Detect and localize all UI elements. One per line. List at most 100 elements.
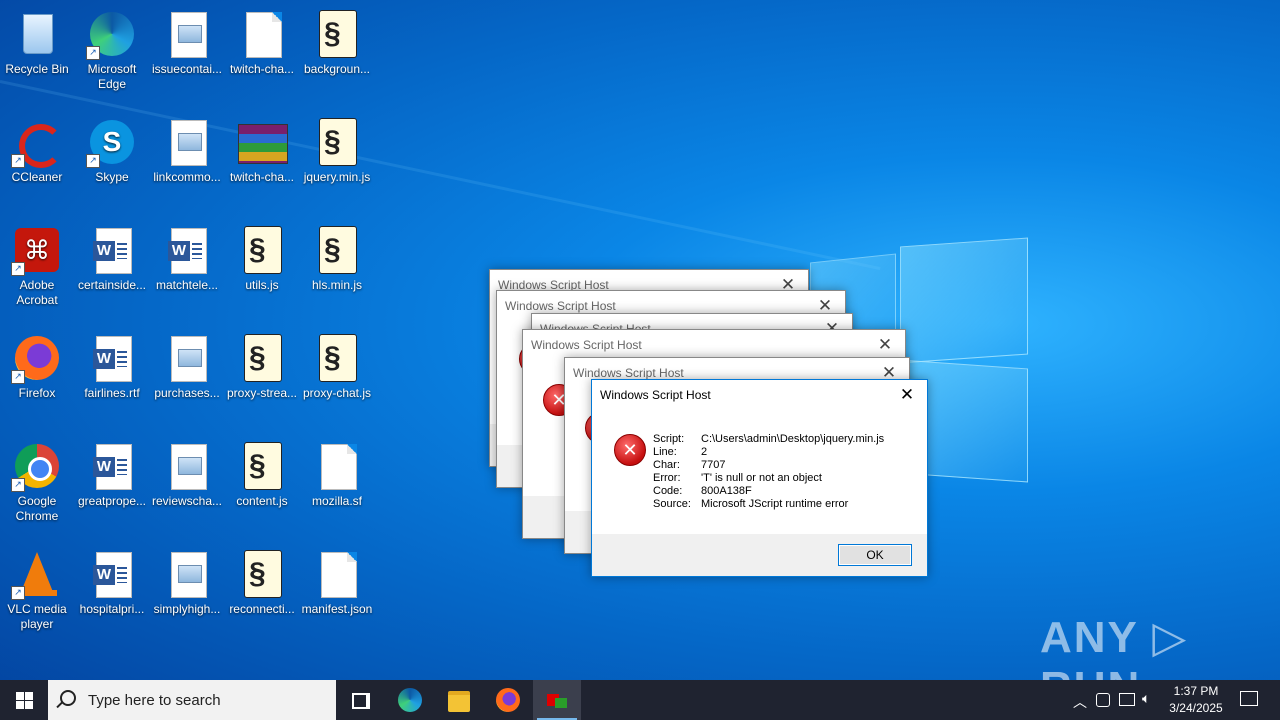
task-view-icon-bar (367, 693, 370, 709)
desktop-icon-manifest-json[interactable]: manifest.json (300, 544, 374, 648)
desktop-icon-backgroun[interactable]: § backgroun... (300, 4, 374, 108)
desktop-icon-label: proxy-strea... (226, 386, 298, 400)
desktop-icon-ccleaner[interactable]: ↗ CCleaner (0, 112, 74, 216)
script-file-icon: § (313, 226, 361, 274)
desktop-icon-label: hls.min.js (311, 278, 362, 292)
desktop-icon-mozilla-sf[interactable]: mozilla.sf (300, 436, 374, 540)
notification-icon (1240, 691, 1258, 706)
chrome-icon: ↗ (11, 442, 61, 492)
desktop-icon-fairlines-rtf[interactable]: Wfairlines.rtf (75, 328, 149, 432)
desktop-icon-label: hospitalpri... (79, 602, 145, 616)
desktop-icon-proxy-strea[interactable]: § proxy-strea... (225, 328, 299, 432)
detail-value-char: 7707 (701, 459, 726, 471)
system-tray: ︿ 🔈︎ (1066, 680, 1156, 720)
detail-key: Error: (653, 472, 681, 484)
desktop-icon-label: fairlines.rtf (84, 386, 140, 400)
desktop-icon-label: proxy-chat.js (302, 386, 372, 400)
shortcut-arrow-icon: ↗ (86, 154, 100, 168)
desktop-icon-label: mozilla.sf (311, 494, 362, 508)
detail-row-error: Error: 'T' is null or not an object (653, 472, 884, 485)
dialog-footer: OK (592, 534, 927, 576)
desktop-icon-hls-min-js[interactable]: § hls.min.js (300, 220, 374, 324)
detail-key: Script: (653, 433, 685, 445)
desktop-icon-label: twitch-cha... (229, 170, 295, 184)
desktop-icon-firefox[interactable]: ↗ Firefox (0, 328, 74, 432)
image-file-icon (163, 334, 211, 382)
search-placeholder: Type here to search (88, 692, 221, 709)
desktop-icon-content-js[interactable]: § content.js (225, 436, 299, 540)
desktop-icon-skype[interactable]: S ↗ Skype (75, 112, 149, 216)
script-file-icon: § (238, 550, 286, 598)
desktop-icon-proxy-chat-js[interactable]: § proxy-chat.js (300, 328, 374, 432)
start-button[interactable] (0, 680, 48, 720)
shortcut-arrow-icon: ↗ (11, 262, 25, 276)
script-file-icon: § (238, 226, 286, 274)
shortcut-arrow-icon: ↗ (86, 46, 100, 60)
search-icon (60, 690, 76, 706)
close-icon[interactable]: ✕ (875, 335, 895, 355)
desktop-icon-twitch-cha-2[interactable]: twitch-cha... (225, 112, 299, 216)
word-document-icon: W (88, 550, 136, 598)
desktop-icon-adobe-acrobat[interactable]: ⌘ ↗ Adobe Acrobat (0, 220, 74, 324)
desktop-icon-utils-js[interactable]: § utils.js (225, 220, 299, 324)
desktop-icon-label: certainside... (77, 278, 147, 292)
task-view-icon (352, 693, 368, 709)
network-icon[interactable] (1119, 693, 1135, 706)
desktop-icon-label: issuecontai... (151, 62, 223, 76)
desktop-icon-google-chrome[interactable]: ↗ Google Chrome (0, 436, 74, 540)
desktop-icon-microsoft-edge[interactable]: ↗ Microsoft Edge (75, 4, 149, 108)
taskbar-search-box[interactable]: Type here to search (48, 680, 336, 720)
detail-row-script: Script: C:\Users\admin\Desktop\jquery.min… (653, 433, 884, 446)
shortcut-arrow-icon: ↗ (11, 154, 25, 168)
desktop-icon-label: jquery.min.js (303, 170, 371, 184)
desktop-icon-label: manifest.json (301, 602, 373, 616)
desktop-icon-simplyhigh[interactable]: simplyhigh... (150, 544, 224, 648)
volume-icon[interactable]: 🔈︎ (1142, 690, 1150, 707)
firefox-icon (496, 688, 520, 712)
desktop-icon-vlc-media-player[interactable]: ↗ VLC media player (0, 544, 74, 648)
desktop-icon-recycle-bin[interactable]: Recycle Bin (0, 4, 74, 108)
taskbar-firefox[interactable] (484, 680, 532, 720)
dialog-title: Windows Script Host (505, 299, 616, 313)
desktop-icon-linkcommo[interactable]: linkcommo... (150, 112, 224, 216)
detail-key: Source: (653, 498, 691, 510)
ok-button[interactable]: OK (838, 544, 912, 566)
desktop-icon-label: Google Chrome (15, 494, 59, 523)
desktop-icon-label: twitch-cha... (229, 62, 295, 76)
desktop-icon-purchases[interactable]: purchases... (150, 328, 224, 432)
close-icon[interactable]: ✕ (897, 385, 917, 405)
desktop-icon-certainside[interactable]: Wcertainside... (75, 220, 149, 324)
desktop-icon-reconnecti[interactable]: § reconnecti... (225, 544, 299, 648)
detail-key: Char: (653, 459, 680, 471)
word-document-icon: W (163, 226, 211, 274)
desktop-icon-hospitalpri[interactable]: Whospitalpri... (75, 544, 149, 648)
taskbar-edge[interactable] (386, 680, 434, 720)
image-file-icon (163, 550, 211, 598)
dialog-titlebar[interactable]: Windows Script Host ✕ (523, 330, 905, 360)
desktop-icon-jquery-min-js[interactable]: § jquery.min.js (300, 112, 374, 216)
detail-row-source: Source: Microsoft JScript runtime error (653, 498, 884, 511)
action-center-button[interactable] (1228, 680, 1268, 720)
taskbar-file-explorer[interactable] (435, 680, 483, 720)
script-file-icon: § (238, 442, 286, 490)
desktop-icon-reviewscha[interactable]: reviewscha... (150, 436, 224, 540)
acrobat-icon: ⌘ ↗ (11, 226, 61, 276)
desktop-icon-label: reviewscha... (151, 494, 223, 508)
desktop-icon-matchtele[interactable]: Wmatchtele... (150, 220, 224, 324)
chevron-up-icon[interactable]: ︿ (1073, 692, 1087, 712)
image-file-icon (163, 10, 211, 58)
dialog-titlebar[interactable]: Windows Script Host ✕ (592, 380, 927, 410)
desktop-icon-label: matchtele... (155, 278, 219, 292)
taskbar: Type here to search ︿ 🔈︎ 1:37 PM 3/24/20… (0, 680, 1280, 720)
desktop-icon-twitch-cha-1[interactable]: twitch-cha... (225, 4, 299, 108)
meet-now-icon[interactable] (1096, 693, 1110, 707)
word-document-icon: W (88, 334, 136, 382)
task-view-button[interactable] (336, 680, 384, 720)
desktop-icon-greatprope[interactable]: Wgreatprope... (75, 436, 149, 540)
script-host-dialog-active[interactable]: Windows Script Host ✕ ✕ Script: C:\Users\… (591, 379, 928, 577)
desktop-icon-issuecontai[interactable]: issuecontai... (150, 4, 224, 108)
taskbar-script-host[interactable] (533, 680, 581, 720)
edge-icon: ↗ (86, 10, 136, 60)
desktop-icon-label: backgroun... (303, 62, 371, 76)
taskbar-clock[interactable]: 1:37 PM 3/24/2025 (1160, 683, 1232, 717)
